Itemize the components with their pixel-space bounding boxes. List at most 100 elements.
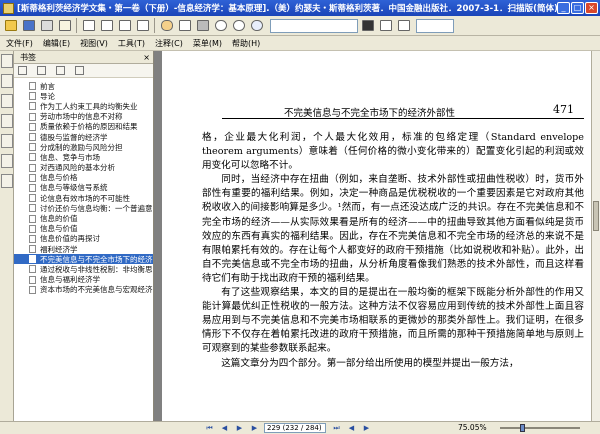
page-header: 不完美信息与不完全市场下的经济外部性 471 <box>222 103 584 119</box>
menu-view[interactable]: 视图(V) <box>80 38 108 49</box>
bookmark-label: 劳动市场中的信息不对称 <box>40 112 123 122</box>
save-button[interactable] <box>20 17 37 34</box>
expand-bookmark-icon[interactable] <box>18 66 27 75</box>
page-icon <box>100 20 113 31</box>
layers-tab[interactable] <box>1 94 13 108</box>
bookmark-label: 福利经济学 <box>40 244 78 254</box>
bookmark-item[interactable]: 信息与等级信号系统 <box>14 183 153 193</box>
bookmark-item[interactable]: 讨价还价与信息均衡：一个普遍意… <box>14 203 153 213</box>
bookmark-item[interactable]: 资本市场的不完美信息与宏观经济… <box>14 285 153 295</box>
print-button[interactable] <box>38 17 55 34</box>
bookmarks-tab[interactable] <box>1 54 13 68</box>
bookmark-page-icon <box>29 133 36 142</box>
page-icon <box>118 20 131 31</box>
menu-edit[interactable]: 编辑(E) <box>43 38 70 49</box>
toolbar-separator <box>76 18 77 33</box>
bookmark-item[interactable]: 质量依赖于价格的原因和结果 <box>14 122 153 132</box>
bookmark-item[interactable]: 导论 <box>14 91 153 101</box>
bookmark-item[interactable]: 信息与价格 <box>14 173 153 183</box>
bookmark-item[interactable]: 信息的价值 <box>14 213 153 223</box>
back-view-icon[interactable]: ◀ <box>347 424 356 432</box>
find-button[interactable] <box>359 17 376 34</box>
next-page-nav-icon[interactable]: ▶ <box>250 424 259 432</box>
minimize-button[interactable]: _ <box>557 2 570 14</box>
folder-icon <box>4 20 17 31</box>
menu-help[interactable]: 帮助(H) <box>232 38 260 49</box>
open-button[interactable] <box>2 17 19 34</box>
play-nav-icon[interactable]: ▶ <box>235 424 244 432</box>
bookmark-label: 质量依赖于价格的原因和结果 <box>40 122 138 132</box>
pages-tab[interactable] <box>1 74 13 88</box>
vertical-scrollbar[interactable] <box>591 51 600 421</box>
bookmark-item[interactable]: 不完美信息与不完全市场下的经济… <box>14 254 153 265</box>
select-tool-button[interactable] <box>176 17 193 34</box>
bookmark-item[interactable]: 德股与监督的经济学 <box>14 132 153 142</box>
bookmark-label: 对西通风险的基本分析 <box>40 163 115 173</box>
toolbar <box>0 16 600 36</box>
bookmark-label: 信息与价格 <box>40 173 78 183</box>
bookmarks-panel-header: 书签 × <box>14 51 153 64</box>
search-input[interactable] <box>270 18 358 33</box>
attachments-tab[interactable] <box>1 114 13 128</box>
binoculars-icon <box>361 20 374 31</box>
bookmark-item[interactable]: 前言 <box>14 81 153 91</box>
bookmark-label: 不完美信息与不完全市场下的经济… <box>40 254 153 264</box>
menu-comments[interactable]: 注释(C) <box>155 38 183 49</box>
bookmark-item[interactable]: 劳动市场中的信息不对称 <box>14 112 153 122</box>
page-indicator[interactable]: 229 (232 / 284) <box>264 423 326 433</box>
menu-file[interactable]: 文件(F) <box>6 38 33 49</box>
maximize-button[interactable]: □ <box>571 2 584 14</box>
properties-tab[interactable] <box>1 174 13 188</box>
bookmark-item[interactable]: 信息、竞争与市场 <box>14 152 153 162</box>
next-page-button[interactable] <box>116 17 133 34</box>
scrollbar-thumb[interactable] <box>593 201 599 231</box>
forward-view-icon[interactable]: ▶ <box>362 424 371 432</box>
last-page-nav-icon[interactable]: ⏭ <box>332 424 341 432</box>
bookmark-item[interactable]: 信息与福利经济学 <box>14 275 153 285</box>
zoom-out-button[interactable] <box>230 17 247 34</box>
comments-tab[interactable] <box>1 134 13 148</box>
paragraph: 同时，当经济中存在扭曲（例如，来自垄断、技术外部性或扭曲性税收）时，货币外部性有… <box>202 174 584 284</box>
bookmark-options-icon[interactable] <box>75 66 84 75</box>
last-page-button[interactable] <box>134 17 151 34</box>
hand-tool-button[interactable] <box>158 17 175 34</box>
paragraph: 有了这些观察结果，本文的目的是提出在一般均衡的框架下既能分析外部性的作用又能计算… <box>202 287 584 355</box>
bookmark-item[interactable]: 信息与价值 <box>14 224 153 234</box>
search-button[interactable] <box>248 17 265 34</box>
first-page-button[interactable] <box>80 17 97 34</box>
signatures-tab[interactable] <box>1 154 13 168</box>
bookmark-item[interactable]: 通过税收与非线性税制：非均衡思… <box>14 264 153 274</box>
menu-menu[interactable]: 菜单(M) <box>193 38 222 49</box>
fit-page-icon <box>379 20 392 31</box>
zoom-slider-knob[interactable] <box>520 424 525 432</box>
bookmark-item[interactable]: 论信息有效市场的不可能性 <box>14 193 153 203</box>
fit-page-button[interactable] <box>377 17 394 34</box>
bookmark-label: 分成制的激励与风险分担 <box>40 142 123 152</box>
prev-page-button[interactable] <box>98 17 115 34</box>
bookmark-list: 前言 导论 作为工人约束工具的均衡失业 劳动市场中的信息不对称 质量依赖于价格的原因和结… <box>14 78 153 295</box>
zoom-in-button[interactable] <box>212 17 229 34</box>
bookmark-label: 信息、竞争与市场 <box>40 152 100 162</box>
snapshot-button[interactable] <box>194 17 211 34</box>
bookmark-item[interactable]: 信息价值的再探讨 <box>14 234 153 244</box>
zoom-slider-track[interactable] <box>500 427 580 429</box>
email-button[interactable] <box>56 17 73 34</box>
delete-bookmark-icon[interactable] <box>56 66 65 75</box>
paragraph: 格，企业最大化利润，个人最大化效用，标准的包络定理（Standard envel… <box>202 132 584 172</box>
new-bookmark-icon[interactable] <box>37 66 46 75</box>
fit-width-button[interactable] <box>395 17 412 34</box>
zoom-out-icon <box>232 20 245 31</box>
bookmark-item[interactable]: 对西通风险的基本分析 <box>14 163 153 173</box>
bookmark-item[interactable]: 福利经济学 <box>14 244 153 254</box>
first-page-nav-icon[interactable]: ⏮ <box>205 424 214 432</box>
bookmark-page-icon <box>29 183 36 192</box>
bookmark-label: 资本市场的不完美信息与宏观经济… <box>40 285 153 295</box>
menu-tools[interactable]: 工具(T) <box>118 38 145 49</box>
document-viewport[interactable]: 不完美信息与不完全市场下的经济外部性 471 格，企业最大化利润，个人最大化效用… <box>154 51 591 421</box>
bookmarks-panel-close-button[interactable]: × <box>143 51 153 63</box>
prev-page-nav-icon[interactable]: ◀ <box>220 424 229 432</box>
zoom-select[interactable] <box>416 18 454 33</box>
close-button[interactable]: × <box>585 2 598 14</box>
bookmark-item[interactable]: 作为工人约束工具的均衡失业 <box>14 101 153 111</box>
bookmark-item[interactable]: 分成制的激励与风险分担 <box>14 142 153 152</box>
